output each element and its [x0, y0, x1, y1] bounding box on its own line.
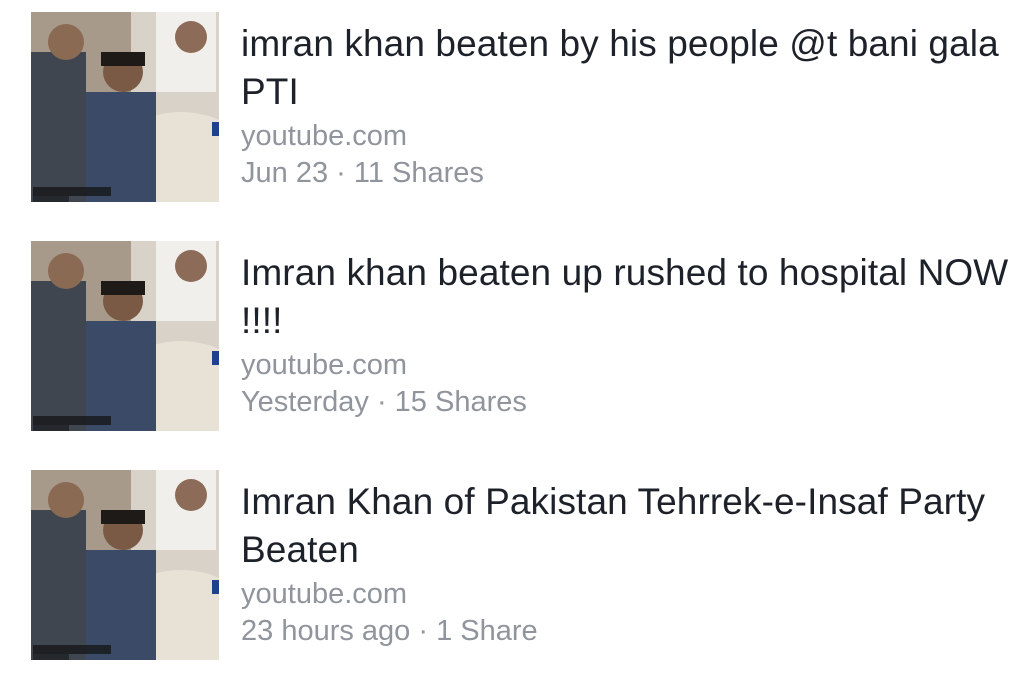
link-title[interactable]: Imran khan beaten up rushed to hospital … — [241, 249, 1011, 345]
link-domain: youtube.com — [241, 349, 408, 381]
video-thumbnail[interactable] — [31, 12, 219, 202]
link-title[interactable]: Imran Khan of Pakistan Tehrrek-e-Insaf P… — [241, 478, 1011, 574]
channel-logo-icon — [212, 580, 219, 594]
link-meta: Jun 23 · 11 Shares — [241, 157, 484, 189]
link-title[interactable]: imran khan beaten by his people @t bani … — [241, 20, 1011, 116]
thumbnail-caption-bar — [33, 425, 69, 431]
channel-logo-icon — [212, 122, 219, 136]
link-result-item[interactable]: Imran Khan of Pakistan Tehrrek-e-Insaf P… — [0, 470, 1024, 670]
thumbnail-caption-bar — [33, 645, 111, 654]
link-results-list: imran khan beaten by his people @t bani … — [0, 0, 1024, 676]
channel-logo-icon — [212, 351, 219, 365]
link-domain: youtube.com — [241, 578, 408, 610]
link-domain: youtube.com — [241, 120, 408, 152]
link-meta: Yesterday · 15 Shares — [241, 386, 527, 418]
thumbnail-caption-bar — [33, 416, 111, 425]
link-meta: 23 hours ago · 1 Share — [241, 615, 538, 647]
link-text-block: Imran Khan of Pakistan Tehrrek-e-Insaf P… — [241, 478, 1011, 650]
thumbnail-caption-bar — [33, 654, 69, 660]
link-text-block: imran khan beaten by his people @t bani … — [241, 20, 1011, 192]
link-result-item[interactable]: Imran khan beaten up rushed to hospital … — [0, 241, 1024, 441]
video-thumbnail[interactable] — [31, 470, 219, 660]
link-text-block: Imran khan beaten up rushed to hospital … — [241, 249, 1011, 421]
video-thumbnail[interactable] — [31, 241, 219, 431]
link-result-item[interactable]: imran khan beaten by his people @t bani … — [0, 12, 1024, 212]
thumbnail-caption-bar — [33, 196, 69, 202]
thumbnail-caption-bar — [33, 187, 111, 196]
